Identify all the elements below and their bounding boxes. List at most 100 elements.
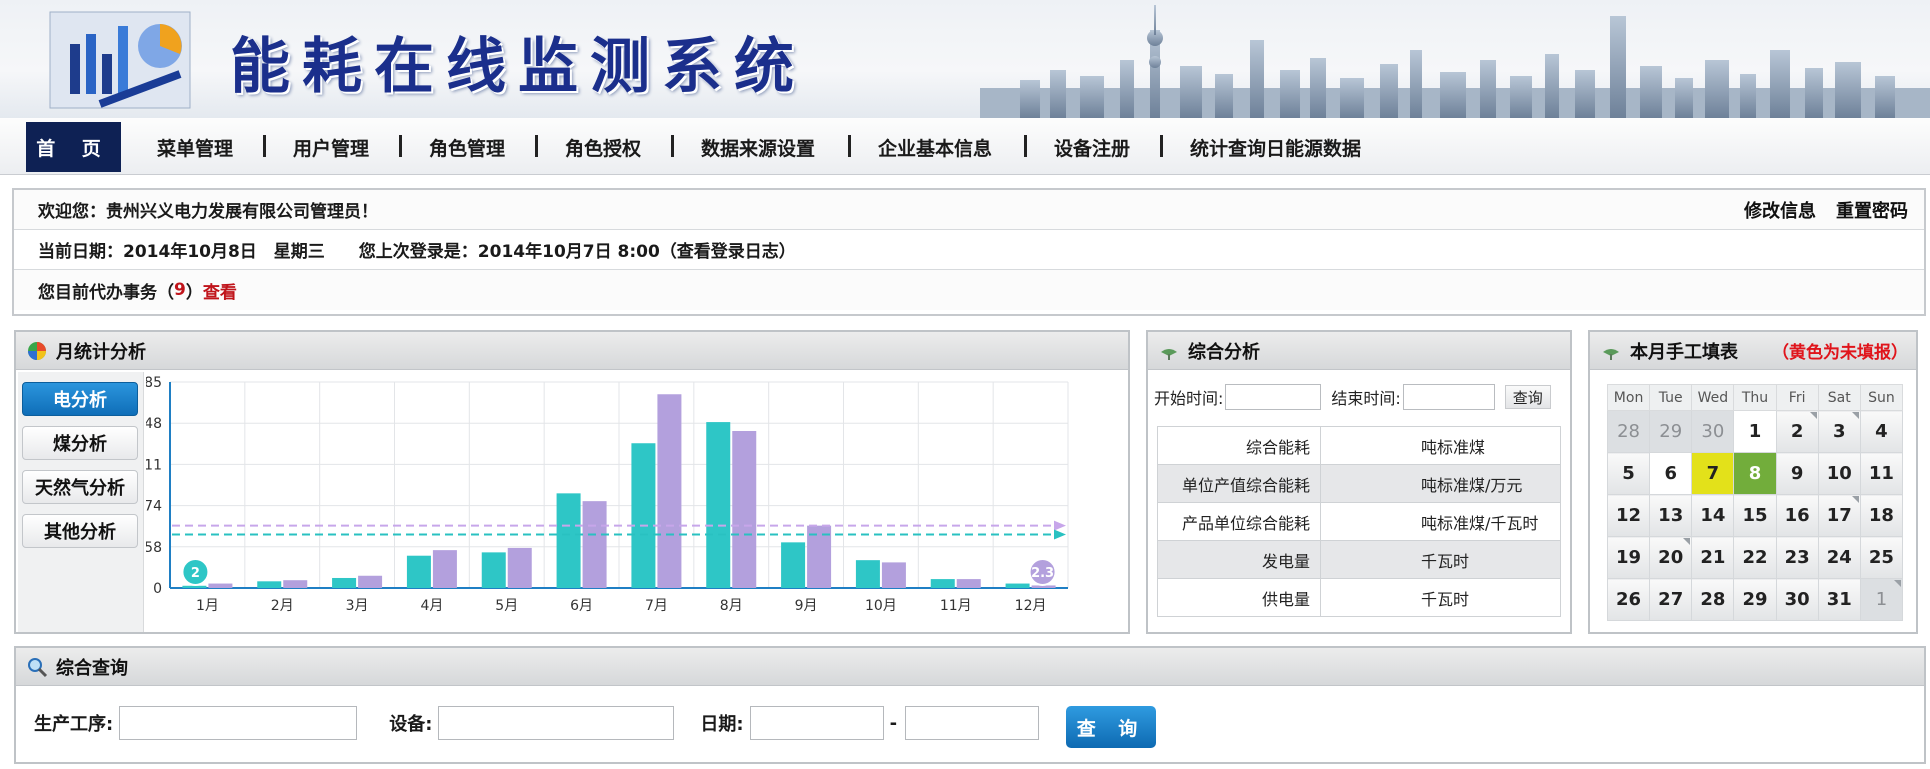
x-tick-label: 1月 [196, 598, 219, 614]
table-row: 供电量 千瓦时 [1157, 578, 1561, 617]
bar-series-2 [283, 580, 308, 588]
calendar-day[interactable]: 3 [1817, 410, 1861, 453]
table-row: 产品单位综合能耗 吨标准煤/千瓦时 [1157, 502, 1561, 541]
calendar-day[interactable]: 18 [1859, 494, 1904, 537]
query-form-row: 生产工序: 设备: 日期: - [34, 706, 1040, 740]
edit-info-link[interactable]: 修改信息 [1744, 197, 1816, 223]
calendar-day[interactable]: 23 [1775, 536, 1819, 579]
device-input[interactable] [438, 706, 675, 740]
calendar-day[interactable]: 24 [1817, 536, 1861, 579]
date-from-input[interactable] [749, 706, 884, 740]
monthly-bar-chart: 0 58 74 111 148 185 1月 2月 3月 4月 5月 6月 7月 8月 9月 10月 11月 12… [146, 375, 1069, 614]
end-time-input[interactable] [1402, 384, 1495, 410]
table-row: 发电量 千瓦时 [1157, 540, 1561, 579]
plant-icon [1603, 348, 1619, 360]
data-callout-label: 2 [191, 566, 200, 581]
calendar-day[interactable]: 13 [1649, 494, 1693, 537]
main-nav: 首 页 菜单管理 用户管理 角色管理 角色授权 数据来源设置 企业基本信息 设备… [0, 118, 1930, 175]
tab-coal-analysis[interactable]: 煤分析 [22, 426, 138, 460]
end-time-label: 结束时间: [1331, 389, 1401, 408]
nav-menu-management[interactable]: 菜单管理 [157, 122, 233, 172]
analysis-type-tabs: 电分析 煤分析 天然气分析 其他分析 [18, 372, 144, 632]
x-tick-label: 4月 [420, 598, 443, 614]
tab-gas-analysis[interactable]: 天然气分析 [22, 470, 138, 504]
calendar-day[interactable]: 21 [1691, 536, 1735, 579]
data-callout-label: 2.3 [1031, 566, 1054, 581]
bar-series-1 [481, 552, 506, 588]
calendar-day[interactable]: 4 [1859, 410, 1904, 453]
monthly-panel-title: 月统计分析 [56, 341, 146, 363]
query-panel-header: 综合查询 [16, 648, 1924, 686]
calendar-day[interactable]: 30 [1775, 578, 1819, 621]
nav-separator [535, 135, 538, 157]
calendar-week: 19 20 21 22 23 24 25 [1606, 536, 1904, 579]
calendar-day[interactable]: 17 [1817, 494, 1861, 537]
calendar-day[interactable]: 28 [1606, 410, 1651, 453]
date-to-input[interactable] [905, 706, 1040, 740]
calendar-day-today[interactable]: 8 [1733, 452, 1777, 495]
nav-user-management[interactable]: 用户管理 [293, 122, 369, 172]
query-submit-button[interactable]: 查 询 [1066, 706, 1156, 748]
nav-company-info[interactable]: 企业基本信息 [878, 122, 992, 172]
calendar-day[interactable]: 11 [1859, 452, 1904, 495]
process-input[interactable] [119, 706, 358, 740]
y-tick-label: 0 [153, 581, 162, 597]
calendar-day[interactable]: 6 [1649, 452, 1693, 495]
x-tick-label: 6月 [570, 598, 593, 614]
calendar-day[interactable]: 27 [1649, 578, 1693, 621]
y-tick-label: 148 [146, 416, 162, 432]
calendar-day[interactable]: 19 [1606, 536, 1651, 579]
nav-device-registration[interactable]: 设备注册 [1054, 122, 1130, 172]
calendar-day-unfilled[interactable]: 7 [1691, 452, 1735, 495]
tab-electricity-analysis[interactable]: 电分析 [22, 382, 138, 416]
calendar-day[interactable]: 12 [1606, 494, 1651, 537]
energy-summary-table: 综合能耗 吨标准煤 单位产值综合能耗 吨标准煤/万元 产品单位综合能耗 吨标准煤/千瓦… [1157, 426, 1561, 617]
todo-count: 9 [174, 280, 186, 300]
x-tick-label: 11月 [940, 598, 972, 614]
calendar-day[interactable]: 15 [1733, 494, 1777, 537]
nav-separator [671, 135, 674, 157]
start-time-input[interactable] [1225, 384, 1322, 410]
comprehensive-query-panel: 综合查询 生产工序: 设备: 日期: - 查 询 [14, 646, 1926, 764]
calendar-day[interactable]: 28 [1691, 578, 1735, 621]
calendar-day[interactable]: 30 [1691, 410, 1735, 453]
monthly-panel-header: 月统计分析 [16, 332, 1128, 370]
todo-view-link[interactable]: 查看 [203, 278, 237, 303]
calendar-day[interactable]: 5 [1606, 452, 1651, 495]
calendar-day[interactable]: 22 [1733, 536, 1777, 579]
calendar-day[interactable]: 14 [1691, 494, 1735, 537]
calendar-day[interactable]: 1 [1859, 578, 1904, 621]
x-tick-label: 5月 [495, 598, 518, 614]
x-tick-label: 9月 [795, 598, 818, 614]
calendar-day[interactable]: 26 [1606, 578, 1651, 621]
y-tick-label: 74 [146, 499, 162, 515]
date-label: 日期: [700, 714, 744, 735]
calendar-day[interactable]: 1 [1733, 410, 1777, 453]
date-range-row: 开始时间: 结束时间: 查询 [1154, 384, 1551, 410]
x-tick-label: 7月 [645, 598, 668, 614]
nav-role-authorization[interactable]: 角色授权 [565, 122, 641, 172]
nav-data-source-settings[interactable]: 数据来源设置 [701, 122, 815, 172]
calendar-day[interactable]: 16 [1775, 494, 1819, 537]
calendar-day[interactable]: 2 [1775, 410, 1819, 453]
weekday-label: Sun [1859, 384, 1904, 411]
bar-series-1 [631, 443, 656, 588]
calendar-day[interactable]: 9 [1775, 452, 1819, 495]
calendar-day[interactable]: 31 [1817, 578, 1861, 621]
nav-role-management[interactable]: 角色管理 [429, 122, 505, 172]
overview-query-button[interactable]: 查询 [1504, 385, 1551, 409]
calendar-day[interactable]: 20 [1649, 536, 1693, 579]
calendar-day[interactable]: 29 [1733, 578, 1777, 621]
reset-password-link[interactable]: 重置密码 [1836, 197, 1908, 223]
metric-name: 产品单位综合能耗 [1157, 502, 1321, 541]
query-panel-title: 综合查询 [56, 657, 128, 679]
nav-daily-energy-query[interactable]: 统计查询日能源数据 [1190, 122, 1361, 172]
calendar-week: 26 27 28 29 30 31 1 [1606, 578, 1904, 621]
metric-unit: 千瓦时 [1320, 578, 1561, 617]
calendar-day[interactable]: 25 [1859, 536, 1904, 579]
calendar-day[interactable]: 29 [1649, 410, 1693, 453]
calendar-day[interactable]: 10 [1817, 452, 1861, 495]
tab-other-analysis[interactable]: 其他分析 [22, 514, 138, 548]
nav-home-tab[interactable]: 首 页 [26, 122, 121, 172]
calendar-week: 12 13 14 15 16 17 18 [1606, 494, 1904, 537]
